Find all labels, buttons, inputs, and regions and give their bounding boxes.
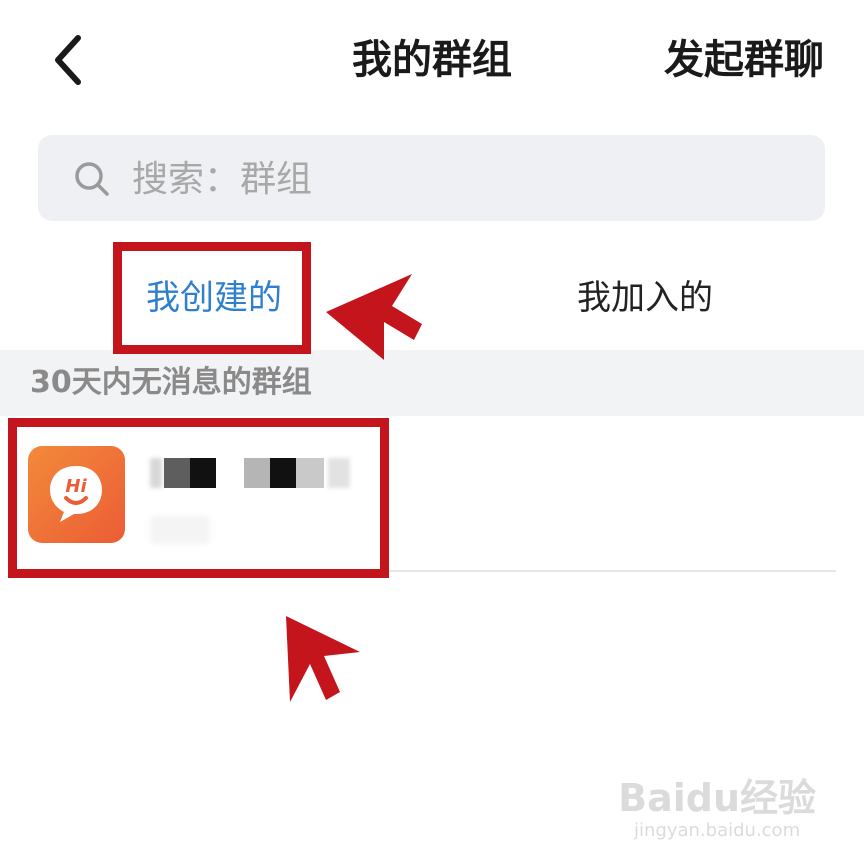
section-title: 30天内无消息的群组	[30, 365, 312, 400]
watermark-logo: Baidu经验	[618, 776, 816, 820]
page-title: 我的群组	[352, 37, 512, 83]
annotation-highlight-tab	[113, 242, 311, 354]
search-bar[interactable]	[38, 135, 825, 221]
watermark-url: jingyan.baidu.com	[634, 820, 801, 841]
watermark: Baidu经验 jingyan.baidu.com	[618, 776, 816, 842]
annotation-highlight-group	[8, 418, 389, 578]
section-header: 30天内无消息的群组	[0, 350, 864, 416]
start-group-chat-button[interactable]: 发起群聊	[664, 34, 824, 86]
back-button[interactable]	[44, 30, 94, 90]
chevron-left-icon	[55, 35, 81, 85]
annotation-arrow-icon	[286, 616, 360, 702]
annotation-arrow-icon	[326, 274, 422, 360]
search-icon	[75, 162, 109, 196]
tab-joined[interactable]: 我加入的	[577, 270, 713, 326]
search-input[interactable]	[130, 153, 734, 205]
